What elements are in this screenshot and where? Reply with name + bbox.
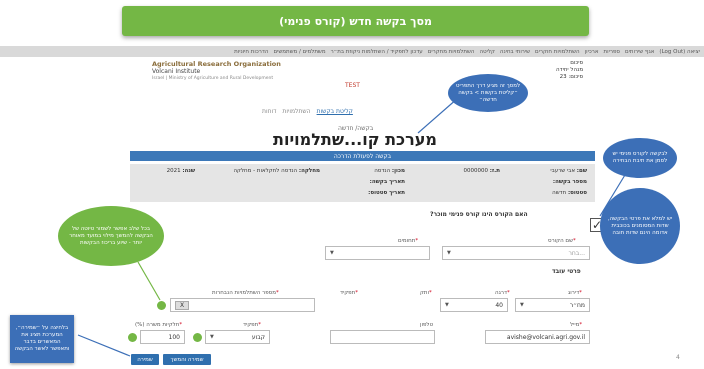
job-value: קבוע	[251, 333, 265, 341]
summary-year: שנה: 2021	[166, 168, 195, 174]
summary-status-date: תאריך סטטוס:	[368, 190, 405, 196]
percent-field[interactable]: 100	[140, 330, 185, 344]
page-banner-title: מסך בקשה חדש (קורס פנימי)	[122, 6, 589, 36]
org-name: Agricultural Research Organization	[152, 60, 281, 68]
email-label: *מייל	[570, 322, 583, 328]
summary-request-no: מספר בקשה:	[552, 179, 587, 185]
highlight-dot	[157, 301, 166, 310]
nav-item-intake[interactable]: קליטה	[480, 49, 495, 55]
summary-status: סטטוס: חדשה	[552, 190, 587, 196]
rank-value: מח״ר	[569, 301, 585, 309]
save-continue-button[interactable]: שמירה והמשך	[163, 354, 211, 365]
subnav-item-requests[interactable]: קליטת בקשות	[317, 108, 353, 115]
email-field[interactable]: avishe@volcani.agri.gov.il	[485, 330, 590, 344]
org-logo-text: Agricultural Research Organization Volca…	[152, 61, 281, 82]
nav-item-researcher-training[interactable]: השתלמויות חוקרים	[535, 49, 580, 55]
chevron-down-icon: ▼	[520, 302, 524, 308]
grade-select[interactable]: ▼ 40	[440, 298, 508, 312]
nav-item-libraries[interactable]: ספריות	[604, 49, 620, 55]
nav-item-trainees[interactable]: משתלמים / משתמשים	[273, 49, 325, 55]
course-name-label: *שם הקורס	[548, 238, 576, 244]
chevron-down-icon: ▼	[330, 250, 334, 256]
percent-label: *חלקיות משרה (%)	[135, 322, 183, 328]
phone-label: טלפון	[420, 322, 434, 328]
chevron-down-icon: ▼	[447, 250, 451, 256]
callout-nav-note: למסך זה מגיע דרך התפריט ״קליטת בקשות > ב…	[448, 74, 528, 112]
page-number: 4	[676, 354, 680, 361]
nav-item-exam-services[interactable]: שירותי בחינה	[500, 49, 530, 55]
rank-select[interactable]: ▼ מח״ר	[515, 298, 590, 312]
callout-stage-note: בכל שלב אפשר לשמור טיוטה של הבקשה להמשך …	[58, 206, 164, 266]
expertise-label: *תפקיד	[340, 290, 358, 296]
org-institute: Volcani Institute	[152, 68, 201, 75]
highlight-dot	[193, 333, 202, 342]
summary-name: שם: אבי שרעבי	[550, 168, 587, 174]
callout-fill-note: יש למלא את פרטי הבקשה, שדות המסומנים בכו…	[600, 188, 680, 264]
hours-clear-icon[interactable]: X	[175, 300, 190, 310]
user-info: סיכום מנהל יחידה סיכום: 23	[556, 60, 583, 81]
user-info-line: מנהל יחידה	[556, 67, 584, 73]
email-value: avishe@volcani.agri.gov.il	[506, 333, 585, 341]
summary-dept: מחלקה: הנדסה לחקלאות - מחלקה	[233, 168, 320, 174]
nav-item-research-training[interactable]: השתלמויות מחקרים	[428, 49, 475, 55]
grade-label: *דרגה	[495, 290, 510, 296]
user-info-line: סיכום: 23	[559, 74, 584, 80]
user-info-line: סיכום	[570, 60, 584, 66]
chevron-down-icon: ▼	[445, 302, 449, 308]
hours-label: *מספר השתלמויות הנבחרות	[212, 290, 279, 296]
save-button[interactable]: שמירה	[131, 354, 159, 365]
nav-item-services[interactable]: אגף שירותים	[625, 49, 654, 55]
nav-item-logout[interactable]: יציאה (Log Out)	[659, 49, 700, 55]
course-name-select[interactable]: ▼ בחר...	[442, 246, 590, 260]
nav-item-role-update[interactable]: עדכון לתפקיד / השתלמות ניקוזת בת״ר	[331, 49, 423, 55]
highlight-dot	[128, 333, 137, 342]
system-title: מערכת קו...שתלמויות	[273, 130, 437, 149]
subnav-item-trainings[interactable]: השתלמויות	[282, 108, 310, 115]
rank-label: *דירוג	[568, 290, 582, 296]
nav-item-archive[interactable]: ארכיון	[585, 49, 599, 55]
request-section-header: בקשה לפעולת הדרכה	[130, 151, 595, 161]
sub-nav: קליטת בקשות השתלמויות דוחות	[262, 108, 353, 115]
phone-field[interactable]	[330, 330, 435, 344]
org-ministry: Israel | Ministry of Agriculture and Rur…	[152, 76, 274, 81]
nav-item-required-training[interactable]: הדרכות חיוניות	[234, 49, 268, 55]
callout-save-note: בלחיצה על ״שמירה״, המערכת תציג את המאשרי…	[10, 315, 74, 363]
summary-request-date: תאריך בקשה:	[369, 179, 405, 185]
callout-internal-note: לבקשה לקורס פנימי יש לסמן את תיבת הבחירה	[603, 138, 677, 178]
request-summary-box: שם: אבי שרעבי ת.ז: 0000000 מכון: הנדסה מ…	[130, 164, 595, 202]
chevron-down-icon: ▼	[210, 334, 214, 340]
job-label: *תפקיד	[243, 322, 261, 328]
grade-value: 40	[495, 301, 503, 309]
topics-select[interactable]: ▼	[325, 246, 430, 260]
seniority-label: *ותק	[420, 290, 432, 296]
course-name-value: בחר...	[568, 249, 585, 257]
topics-label: *תחומים	[398, 238, 419, 244]
environment-label: TEST	[345, 82, 360, 89]
summary-id: ת.ז: 0000000	[463, 168, 501, 174]
hours-field[interactable]: X	[170, 298, 315, 312]
job-select[interactable]: ▼ קבוע	[205, 330, 270, 344]
internal-course-question: האם הקורס הינו קורס פנימי מוכר?	[430, 211, 528, 218]
percent-value: 100	[168, 333, 180, 341]
worker-details-title: פרטי עובד	[552, 268, 581, 275]
subnav-item-reports[interactable]: דוחות	[262, 108, 276, 115]
summary-unit: מכון: הנדסה	[374, 168, 405, 174]
main-nav-bar: יציאה (Log Out) אגף שירותים ספריות ארכיו…	[0, 46, 704, 57]
